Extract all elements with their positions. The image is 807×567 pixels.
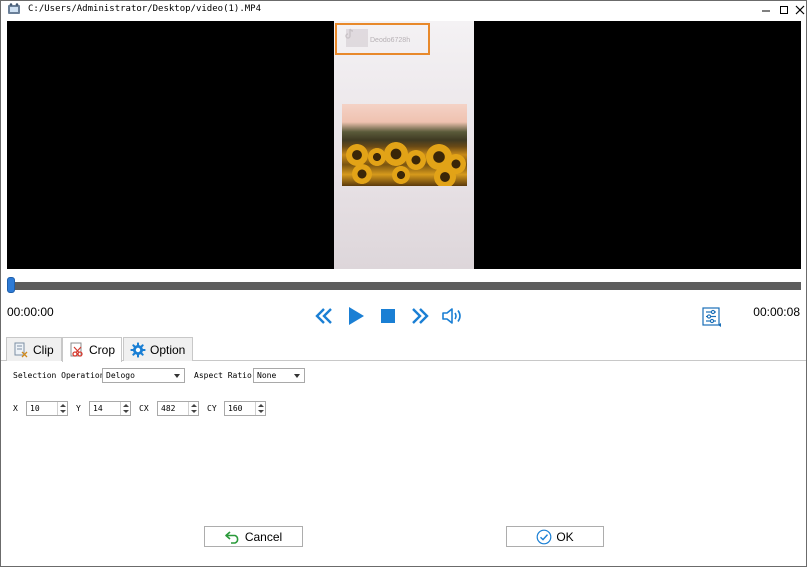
volume-button[interactable] <box>441 305 463 327</box>
tab-crop[interactable]: Crop <box>62 337 122 362</box>
stop-icon <box>381 309 395 323</box>
volume-icon <box>442 308 461 324</box>
spin-up-icon <box>60 404 66 407</box>
maximize-icon <box>780 6 788 14</box>
cancel-label: Cancel <box>244 529 283 544</box>
x-value: 10 <box>30 404 40 413</box>
spin-up-icon <box>258 404 264 407</box>
timeline-handle[interactable] <box>7 277 15 293</box>
aspect-ratio-label: Aspect Ratio <box>194 371 252 380</box>
y-value: 14 <box>93 404 103 413</box>
timeline-track[interactable] <box>11 282 801 290</box>
sunflower-image <box>342 104 467 186</box>
close-button[interactable] <box>789 1 807 19</box>
cx-value: 482 <box>161 404 176 413</box>
selection-operation-select[interactable]: Delogo <box>102 368 185 383</box>
spin-down-icon <box>258 410 264 413</box>
video-frame: Deodo6728h <box>334 21 474 269</box>
window-title: C:/Users/Administrator/Desktop/video(1).… <box>28 4 261 14</box>
rewind-button[interactable] <box>313 305 335 327</box>
cy-spinbox[interactable]: 160 <box>224 401 266 416</box>
chevron-down-icon <box>174 374 180 378</box>
total-time: 00:00:08 <box>753 305 800 319</box>
cy-label: CY <box>207 404 217 413</box>
rewind-icon <box>315 308 332 324</box>
crop-icon <box>70 342 83 357</box>
play-icon <box>349 307 364 325</box>
spin-up-icon <box>123 404 129 407</box>
tab-option[interactable]: Option <box>123 337 193 361</box>
check-circle-icon <box>536 529 552 544</box>
app-icon <box>8 3 20 14</box>
cy-value: 160 <box>228 404 243 413</box>
spin-arrows[interactable] <box>188 402 198 415</box>
dialog-window: C:/Users/Administrator/Desktop/video(1).… <box>0 0 807 567</box>
undo-icon <box>225 530 239 544</box>
selection-operation-value: Delogo <box>106 371 135 380</box>
spin-arrows[interactable] <box>120 402 130 415</box>
y-spinbox[interactable]: 14 <box>89 401 131 416</box>
tab-option-label: Option <box>150 342 186 357</box>
spin-down-icon <box>60 410 66 413</box>
spin-down-icon <box>123 410 129 413</box>
ok-button[interactable]: OK <box>506 526 604 547</box>
y-label: Y <box>76 404 81 413</box>
title-bar: C:/Users/Administrator/Desktop/video(1).… <box>1 1 806 19</box>
selection-operation-label: Selection Operation <box>13 371 105 380</box>
cx-label: CX <box>139 404 149 413</box>
timeline-slider[interactable] <box>7 277 801 293</box>
chevron-down-icon <box>294 374 300 378</box>
close-icon <box>795 5 805 15</box>
spin-up-icon <box>191 404 197 407</box>
stop-button[interactable] <box>377 305 399 327</box>
play-button[interactable] <box>345 305 367 327</box>
ok-label: OK <box>556 529 574 544</box>
x-spinbox[interactable]: 10 <box>26 401 68 416</box>
video-preview[interactable]: Deodo6728h <box>7 21 801 269</box>
aspect-ratio-value: None <box>257 371 277 380</box>
sliders-icon <box>702 307 721 327</box>
tab-bar: Clip Crop Option <box>1 337 806 362</box>
tab-clip-label: Clip <box>33 342 54 357</box>
spin-down-icon <box>191 410 197 413</box>
clip-icon <box>14 342 28 357</box>
minimize-icon <box>762 10 770 12</box>
x-label: X <box>13 404 18 413</box>
cx-spinbox[interactable]: 482 <box>157 401 199 416</box>
current-time: 00:00:00 <box>7 305 54 319</box>
fast-forward-icon <box>412 308 429 324</box>
gear-icon <box>130 342 146 357</box>
spin-arrows[interactable] <box>255 402 265 415</box>
adjustments-button[interactable] <box>701 306 723 328</box>
tab-clip[interactable]: Clip <box>6 337 62 361</box>
delogo-selection-box[interactable] <box>335 23 430 55</box>
aspect-ratio-select[interactable]: None <box>253 368 305 383</box>
fast-forward-button[interactable] <box>409 305 431 327</box>
tab-crop-label: Crop <box>88 343 115 357</box>
spin-arrows[interactable] <box>57 402 67 415</box>
cancel-button[interactable]: Cancel <box>204 526 303 547</box>
